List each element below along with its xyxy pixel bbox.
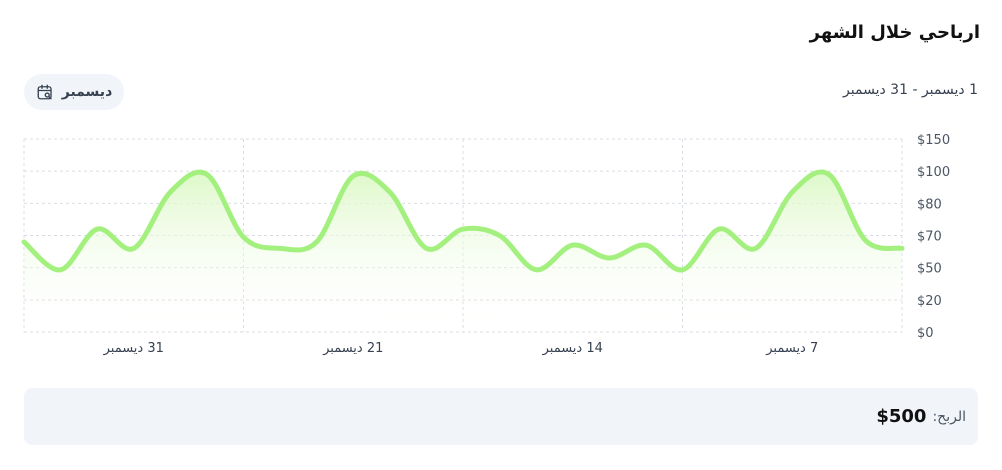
x-tick-label: 31 ديسمبر <box>103 341 164 356</box>
x-axis-ticks: 31 ديسمبر 21 ديسمبر 14 ديسمبر 7 ديسمبر <box>103 341 819 356</box>
y-tick-label: $70 <box>917 230 942 245</box>
profit-label: الربح: <box>932 408 966 425</box>
x-tick-label: 21 ديسمبر <box>322 341 383 356</box>
profit-summary: الربح: $500 <box>24 388 978 445</box>
page-title: ارباحي خلال الشهر <box>809 22 980 43</box>
y-axis-ticks: $150 $100 $80 $70 $50 $20 $0 <box>917 133 950 341</box>
calendar-search-icon <box>37 84 52 100</box>
x-tick-label: 7 ديسمبر <box>765 341 818 356</box>
x-tick-label: 14 ديسمبر <box>542 341 603 356</box>
y-tick-label: $80 <box>917 197 942 212</box>
date-range: 1 ديسمبر - 31 ديسمبر <box>843 82 978 98</box>
y-tick-label: $50 <box>917 262 942 277</box>
y-tick-label: $20 <box>917 294 942 309</box>
profit-chart: $150 $100 $80 $70 $50 $20 $0 31 ديسمبر 21 ديسمب… <box>21 133 950 356</box>
y-tick-label: $100 <box>917 165 950 180</box>
profit-value: $500 <box>876 406 927 427</box>
month-select-button[interactable]: ديسمبر <box>24 74 124 110</box>
y-tick-label: $0 <box>917 326 934 341</box>
month-button-label: ديسمبر <box>61 84 113 100</box>
y-tick-label: $150 <box>917 133 950 148</box>
